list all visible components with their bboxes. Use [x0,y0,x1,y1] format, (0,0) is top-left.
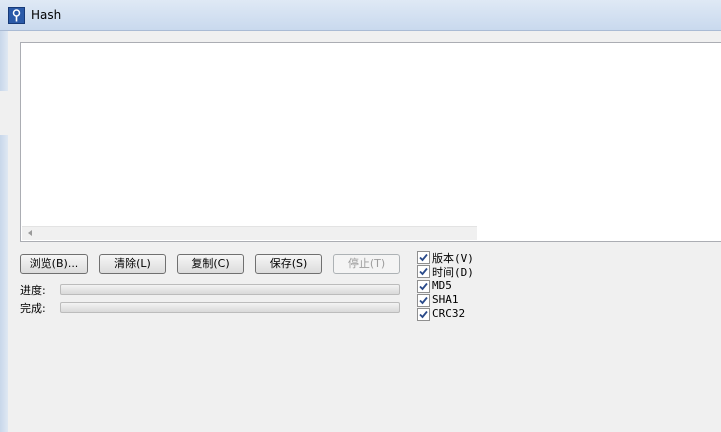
app-icon [8,7,25,24]
checkbox-time[interactable] [417,265,430,278]
option-time-label: 时间(D) [432,266,474,279]
stop-button[interactable]: 停止(T) [333,254,400,274]
progress-bar [60,284,400,295]
window-frame-left [0,31,8,432]
browse-button[interactable]: 浏览(B)... [20,254,88,274]
complete-bar [60,302,400,313]
scroll-left-arrow-icon[interactable] [28,230,32,236]
horizontal-scrollbar[interactable] [22,226,477,240]
option-md5-label: MD5 [432,279,452,292]
hash-output-area[interactable] [20,42,721,242]
checkmark-icon [419,267,428,276]
checkbox-version[interactable] [417,251,430,264]
checkmark-icon [419,296,428,305]
checkmark-icon [419,253,428,262]
complete-label: 完成: [20,302,46,315]
window-title: Hash [31,8,62,22]
title-bar: Hash [0,0,721,31]
checkmark-icon [419,310,428,319]
clear-button[interactable]: 清除(L) [99,254,166,274]
checkbox-md5[interactable] [417,280,430,293]
checkmark-icon [419,282,428,291]
checkbox-sha1[interactable] [417,294,430,307]
save-button[interactable]: 保存(S) [255,254,322,274]
copy-button[interactable]: 复制(C) [177,254,244,274]
option-crc32-label: CRC32 [432,307,466,320]
progress-label: 进度: [20,284,46,297]
checkbox-crc32[interactable] [417,308,430,321]
option-sha1-label: SHA1 [432,293,459,306]
